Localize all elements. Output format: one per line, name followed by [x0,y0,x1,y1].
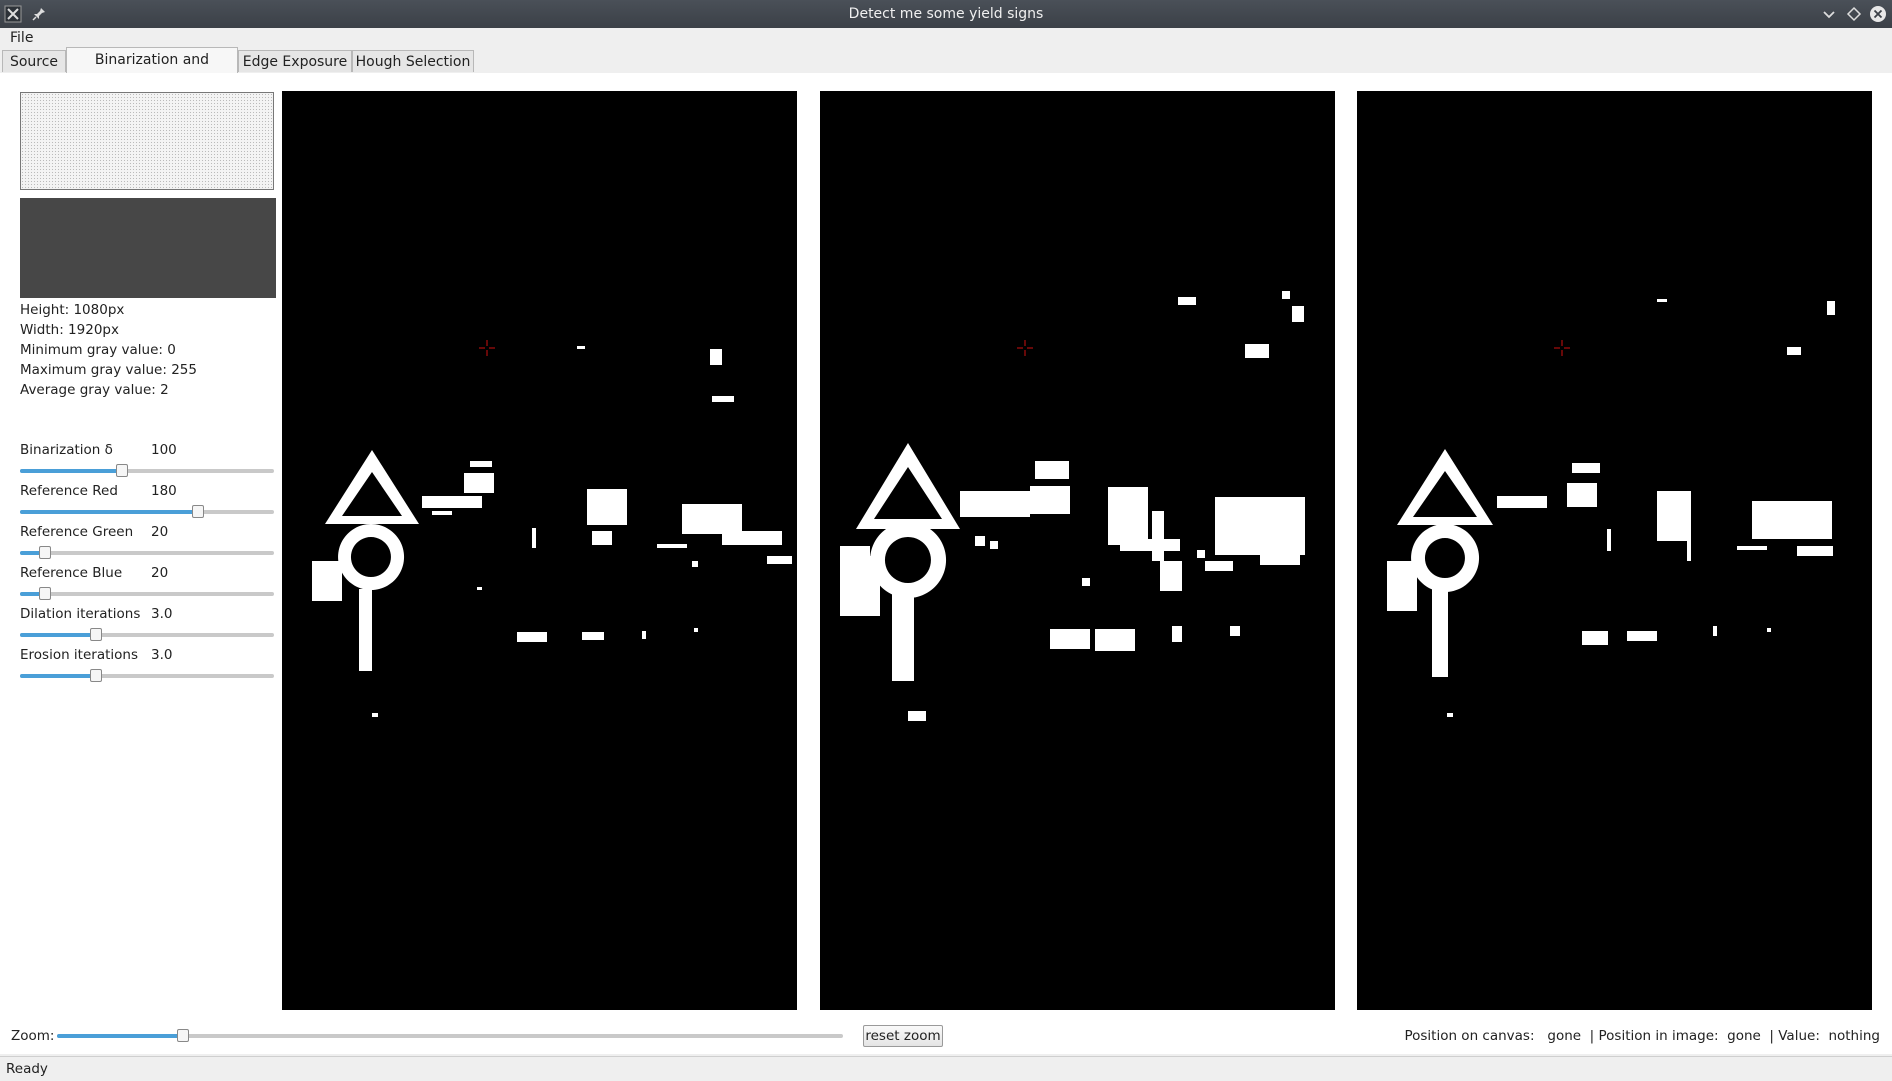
tab-bar: Source Binarization and Dilation Edge Ex… [0,47,1892,93]
max-gray-info: Maximum gray value: 255 [20,362,197,378]
reference-blue-slider[interactable] [20,587,274,601]
reference-red-value: 180 [151,483,177,499]
zoom-label: Zoom: [11,1028,55,1044]
roundabout-sign-ring [870,522,947,598]
erosion-iterations-slider[interactable] [20,669,274,683]
reference-blue-value: 20 [151,565,169,581]
tab-edge-exposure[interactable]: Edge Exposure [238,50,352,72]
zoom-slider[interactable] [57,1029,843,1043]
status-text: Ready [6,1061,48,1077]
binarization-delta-slider[interactable] [20,464,274,478]
maximize-diamond-icon[interactable] [1845,5,1863,23]
reference-blue-label: Reference Blue [20,565,123,581]
binarization-delta-value: 100 [151,442,177,458]
dilation-iterations-value: 3.0 [151,606,173,622]
status-bar: Ready [0,1056,1892,1081]
slider-handle[interactable] [90,628,103,641]
sign-post [892,589,914,681]
reference-green-label: Reference Green [20,524,134,540]
sign-post [1432,589,1448,677]
minimize-chevron-icon[interactable] [1820,5,1838,23]
crosshair-marker [1554,340,1570,356]
slider-handle[interactable] [176,1029,189,1042]
reference-green-value: 20 [151,524,169,540]
slider-fill [20,674,97,678]
slider-fill [20,469,122,473]
min-gray-info: Minimum gray value: 0 [20,342,176,358]
slider-fill [57,1034,183,1038]
slider-handle[interactable] [39,546,52,559]
zoom-bar: Zoom: reset zoom Position on canvas: gon… [0,1018,1892,1054]
slider-handle[interactable] [39,587,52,600]
slider-track [20,551,274,555]
tab-hough-selection[interactable]: Hough Selection [352,50,474,72]
sign-post [359,589,372,671]
position-readout: Position on canvas: gone | Position in i… [1404,1028,1880,1044]
window-title: Detect me some yield signs [848,6,1044,22]
reference-red-label: Reference Red [20,483,118,499]
slider-fill [20,633,97,637]
dilation-iterations-slider[interactable] [20,628,274,642]
crosshair-marker [479,340,495,356]
roundabout-sign-ring [338,524,405,590]
binarized-image-canvas[interactable] [282,91,797,1010]
window-titlebar: Detect me some yield signs [0,0,1892,28]
tab-source[interactable]: Source [2,50,66,72]
binarization-delta-label: Binarization δ [20,442,113,458]
erosion-iterations-value: 3.0 [151,647,173,663]
yield-sign-triangle [1397,449,1493,525]
reference-red-slider[interactable] [20,505,274,519]
erosion-iterations-label: Erosion iterations [20,647,138,663]
eroded-image-canvas[interactable] [1357,91,1872,1010]
crosshair-marker [1017,340,1033,356]
yield-sign-triangle [856,443,960,529]
reset-zoom-button[interactable]: reset zoom [863,1025,943,1047]
close-circle-icon[interactable] [1869,5,1887,23]
menubar: File [0,28,1892,48]
slider-track [20,592,274,596]
gray-preview-swatch [20,198,276,298]
dilation-iterations-label: Dilation iterations [20,606,141,622]
menu-file[interactable]: File [10,30,33,46]
reference-green-slider[interactable] [20,546,274,560]
slider-handle[interactable] [90,669,103,682]
roundabout-sign-ring [1411,524,1480,592]
dilated-image-canvas[interactable] [820,91,1335,1010]
image-height-info: Height: 1080px [20,302,125,318]
yield-sign-triangle [325,450,419,524]
slider-handle[interactable] [191,505,204,518]
slider-fill [20,510,198,514]
tab-binarization-and-dilation[interactable]: Binarization and Dilation [66,47,238,93]
slider-handle[interactable] [115,464,128,477]
avg-gray-info: Average gray value: 2 [20,382,169,398]
image-width-info: Width: 1920px [20,322,119,338]
color-preview-swatch [20,92,274,190]
